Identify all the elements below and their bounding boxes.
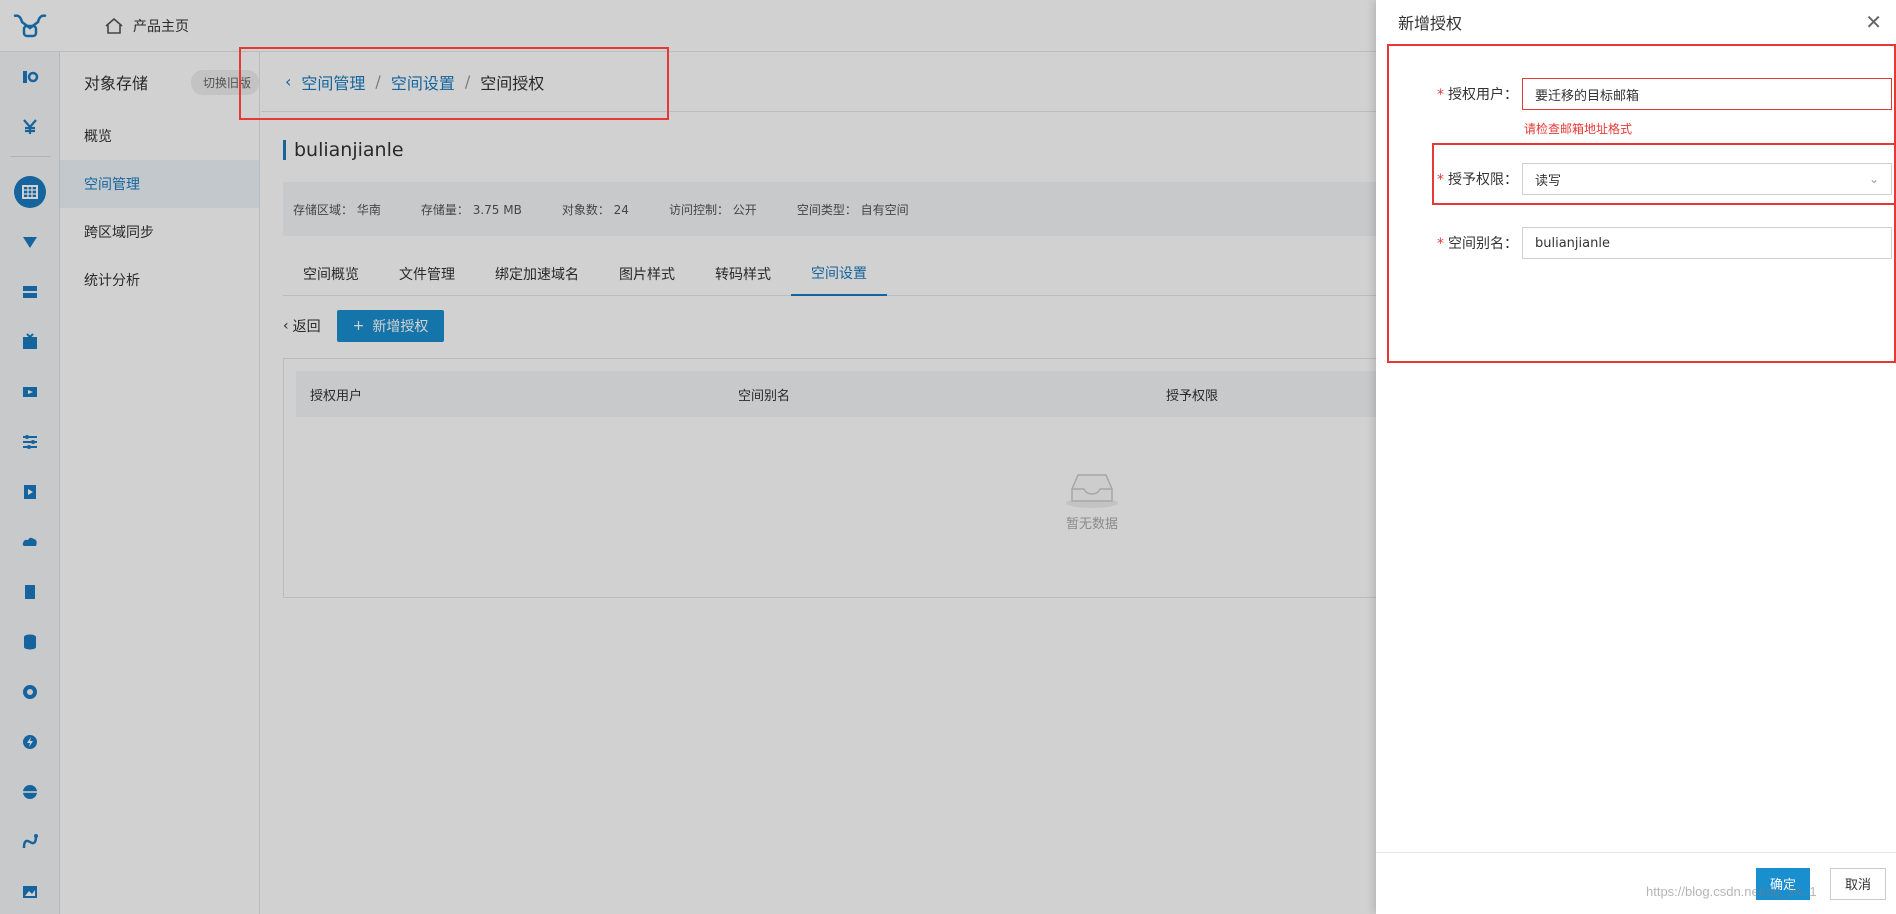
plus-icon: +: [352, 318, 365, 334]
home-link[interactable]: 产品主页: [105, 16, 189, 36]
nav-item-statistics[interactable]: 统计分析: [60, 256, 259, 304]
bucket-name: bulianjianle: [283, 140, 404, 160]
add-authorization-label: 新增授权: [372, 319, 429, 335]
drawer-footer: 确定 取消: [1376, 852, 1896, 914]
rail-dashboard-icon[interactable]: [0, 52, 60, 102]
back-button[interactable]: ‹ 返回: [283, 316, 321, 336]
drawer-header: 新增授权 ✕: [1376, 0, 1896, 44]
action-bar: ‹ 返回 + 新增授权: [283, 310, 445, 342]
rail-database-icon[interactable]: [0, 617, 60, 667]
chevron-left-icon: ‹: [283, 318, 289, 334]
empty-text: 暂无数据: [1065, 517, 1118, 532]
rail-storage-icon[interactable]: [0, 167, 60, 217]
product-title: 对象存储: [84, 74, 149, 93]
side-nav-header: 对象存储 切换旧版: [60, 52, 259, 112]
rail-server-icon[interactable]: [0, 267, 60, 317]
stat-access-control: 访问控制： 公开: [668, 202, 757, 217]
rail-book-icon[interactable]: [0, 567, 60, 617]
stat-region: 存储区域： 华南: [293, 202, 381, 217]
cancel-button[interactable]: 取消: [1829, 867, 1886, 900]
rail-disk-icon[interactable]: [0, 767, 60, 817]
rail-divider: [9, 156, 50, 157]
nav-item-cross-region-sync[interactable]: 跨区域同步: [60, 208, 259, 256]
rail-settings-icon[interactable]: [0, 417, 60, 467]
rail-billing-icon[interactable]: [0, 102, 60, 152]
rail-cdn-icon[interactable]: [0, 217, 60, 267]
empty-inbox-icon: [1066, 474, 1118, 508]
tab-image-styles[interactable]: 图片样式: [599, 252, 695, 296]
logo-icon: [13, 13, 47, 37]
rail-video-icon[interactable]: [0, 367, 60, 417]
annotation-box-permission: [1432, 143, 1896, 205]
rail-globe-icon[interactable]: [0, 667, 60, 717]
rail-cloud-icon[interactable]: [0, 517, 60, 567]
column-header: 空间别名: [738, 388, 791, 404]
back-label: 返回: [292, 319, 321, 335]
stat-bucket-type: 空间类型： 自有空间: [796, 202, 909, 217]
nav-item-overview[interactable]: 概览: [60, 112, 259, 160]
icon-rail: [0, 52, 60, 914]
tab-transcode-styles[interactable]: 转码样式: [695, 252, 791, 296]
tab-bucket-settings[interactable]: 空间设置: [791, 252, 887, 296]
add-authorization-button[interactable]: + 新增授权: [336, 310, 445, 342]
drawer-title: 新增授权: [1398, 14, 1463, 33]
rail-route-icon[interactable]: [0, 817, 60, 867]
side-nav: 对象存储 切换旧版 概览 空间管理 跨区域同步 统计分析: [60, 52, 260, 914]
stat-objects: 对象数： 24: [561, 202, 629, 217]
empty-state: 暂无数据: [1064, 469, 1120, 532]
rail-live-icon[interactable]: [0, 317, 60, 367]
annotation-box-breadcrumb: [239, 47, 669, 120]
close-icon[interactable]: ✕: [1865, 10, 1882, 34]
tab-bind-domain[interactable]: 绑定加速域名: [475, 252, 599, 296]
nav-item-bucket-management[interactable]: 空间管理: [60, 160, 259, 208]
rail-media-icon[interactable]: [0, 467, 60, 517]
stat-storage: 存储量： 3.75 MB: [420, 202, 522, 217]
tab-overview[interactable]: 空间概览: [283, 252, 379, 296]
rail-bolt-icon[interactable]: [0, 717, 60, 767]
column-header: 授权用户: [310, 388, 363, 404]
rail-image-icon[interactable]: [0, 867, 60, 914]
home-icon: [105, 17, 123, 34]
logo[interactable]: [0, 0, 60, 52]
watermark: https://blog.csdn.net/qq_24..1: [1646, 884, 1817, 899]
home-label: 产品主页: [133, 18, 189, 35]
tab-file-management[interactable]: 文件管理: [379, 252, 475, 296]
